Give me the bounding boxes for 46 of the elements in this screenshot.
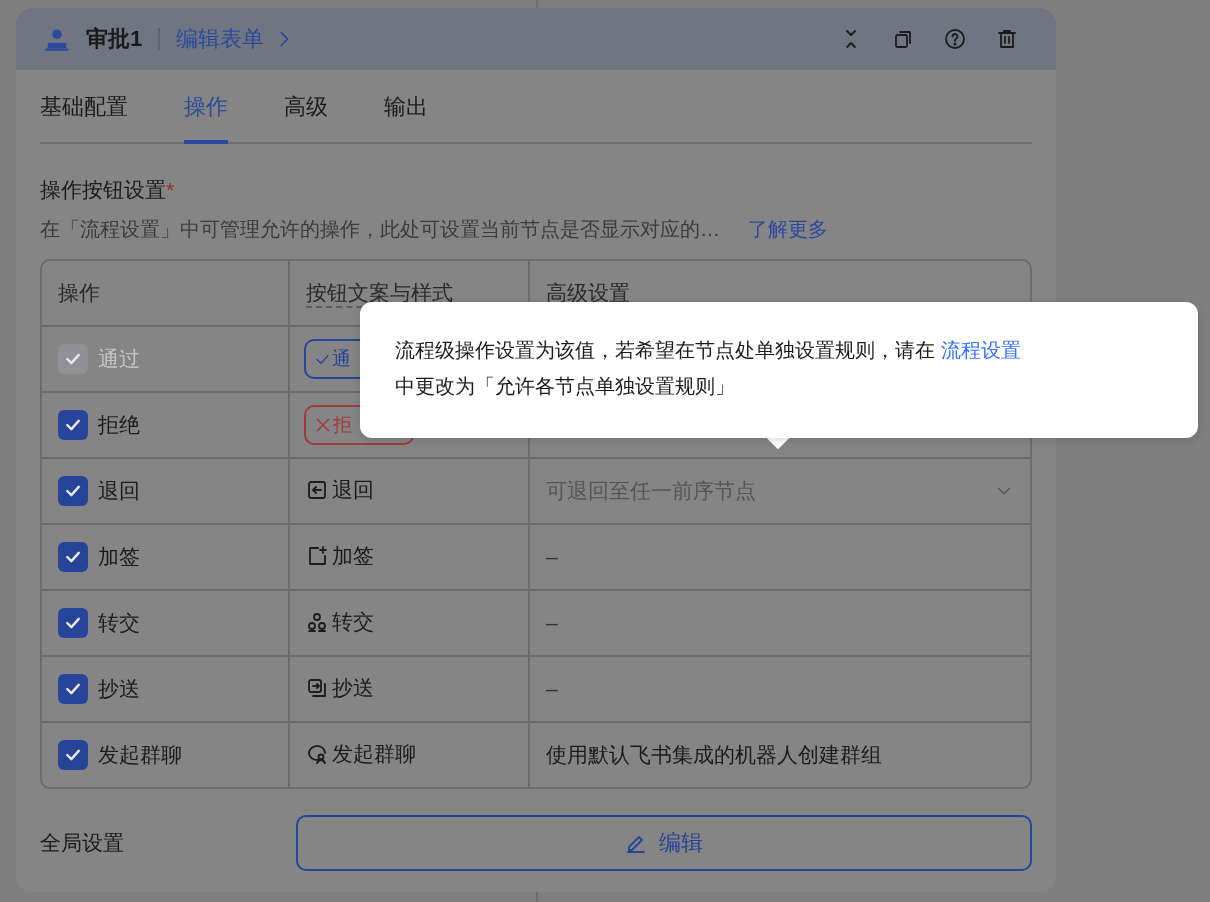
tab[interactable]: 基础配置: [40, 70, 128, 144]
help-icon: [944, 28, 966, 50]
checkbox[interactable]: [58, 740, 88, 770]
checkbox[interactable]: [58, 608, 88, 638]
column-header: 操作: [58, 281, 100, 304]
close-icon: [314, 416, 332, 434]
process-settings-link[interactable]: 流程设置: [940, 339, 1021, 361]
action-label: 加签: [98, 544, 140, 570]
table-cell: –: [546, 545, 558, 568]
chat-person-icon: [306, 743, 328, 765]
add-document-icon: [306, 545, 328, 567]
button-label: 发起群聊: [306, 740, 416, 768]
action-label: 抄送: [98, 676, 140, 702]
tab[interactable]: 操作: [184, 70, 228, 144]
button-label: 转交: [306, 608, 374, 636]
column-header: 高级设置: [546, 281, 630, 304]
button-label: 加签: [306, 542, 374, 570]
learn-more-link[interactable]: 了解更多: [748, 216, 828, 243]
node-title: 审批1: [86, 25, 143, 53]
action-label: 退回: [98, 478, 140, 504]
checkbox[interactable]: [58, 542, 88, 572]
copy-send-icon: [306, 677, 328, 699]
action-label: 拒绝: [98, 412, 140, 438]
edit-button[interactable]: 编辑: [296, 815, 1032, 871]
return-icon: [306, 479, 328, 501]
copy-icon: [892, 28, 914, 50]
global-settings-label: 全局设置: [40, 830, 125, 856]
tab[interactable]: 输出: [384, 70, 428, 144]
tab[interactable]: 高级: [284, 70, 328, 144]
action-label: 通过: [98, 346, 140, 372]
checkbox[interactable]: [58, 410, 88, 440]
people-icon: [306, 611, 328, 633]
table-cell: 使用默认飞书集成的机器人创建群组: [546, 743, 882, 766]
action-label: 发起群聊: [98, 742, 182, 768]
trash-icon: [996, 28, 1018, 50]
section-label: 操作按钮设置: [40, 178, 166, 201]
checkbox[interactable]: [58, 674, 88, 704]
edit-form-link[interactable]: 编辑表单: [176, 24, 295, 54]
button-label: 抄送: [306, 674, 374, 702]
checkbox[interactable]: [58, 476, 88, 506]
button-label: 退回: [306, 476, 374, 504]
action-label: 转交: [98, 610, 140, 636]
table-cell: –: [546, 611, 558, 634]
required-mark: *: [166, 178, 175, 201]
table-cell: –: [546, 677, 558, 700]
description-text: 在「流程设置」中可管理允许的操作，此处可设置当前节点是否显示对应的…: [40, 217, 720, 242]
